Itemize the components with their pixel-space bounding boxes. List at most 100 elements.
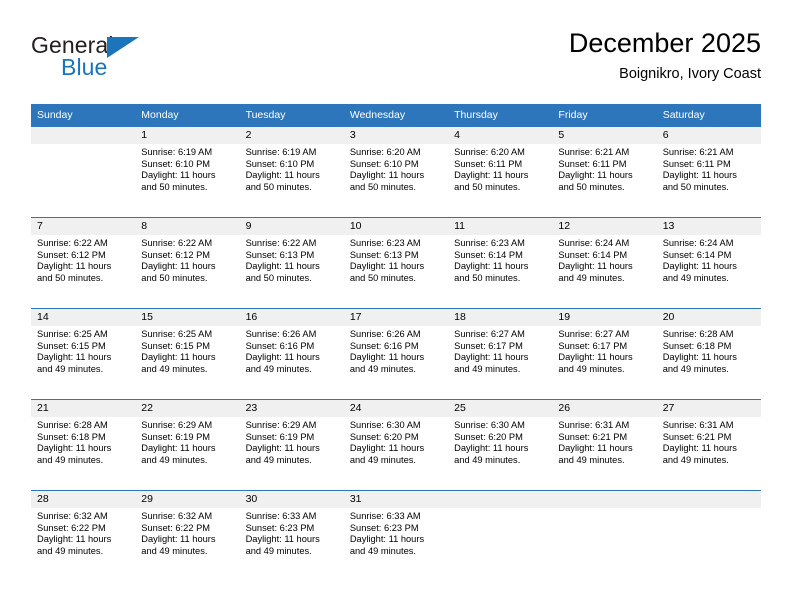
daylight-text-line2: and 50 minutes. [662, 181, 729, 192]
day-cell-inner: 5 Sunrise: 6:21 AM Sunset: 6:11 PM Daylight… [552, 127, 657, 217]
calendar-day-cell[interactable]: 27 Sunrise: 6:31 AM Sunset: 6:21 PM Dayligh… [656, 399, 761, 491]
calendar-week-row: 21 Sunrise: 6:28 AM Sunset: 6:18 PM Dayligh… [31, 399, 761, 491]
calendar-day-cell[interactable]: 20 Sunrise: 6:28 AM Sunset: 6:18 PM Dayligh… [656, 308, 761, 400]
calendar-day-cell[interactable]: 10 Sunrise: 6:23 AM Sunset: 6:13 PM Dayligh… [343, 217, 449, 309]
day-number: 19 [552, 309, 657, 326]
day-cell-inner: 18 Sunrise: 6:27 AM Sunset: 6:17 PM Dayligh… [448, 309, 553, 399]
calendar-day-cell[interactable]: 14 Sunrise: 6:25 AM Sunset: 6:15 PM Dayligh… [31, 308, 136, 400]
day-details: Sunrise: 6:23 AM Sunset: 6:13 PM Daylight:… [344, 235, 448, 284]
day-number: 20 [656, 309, 761, 326]
daylight-text-line1: Daylight: 11 hours [454, 352, 529, 363]
calendar-header-row: Sunday Monday Tuesday Wednesday Thursday… [31, 104, 761, 127]
general-blue-logo[interactable]: General Blue [31, 34, 221, 90]
calendar-day-cell[interactable]: 11 Sunrise: 6:23 AM Sunset: 6:14 PM Dayligh… [448, 217, 553, 309]
sunrise-text: Sunrise: 6:32 AM [141, 511, 213, 521]
calendar-day-cell[interactable]: 1 Sunrise: 6:19 AM Sunset: 6:10 PM Daylight… [135, 126, 240, 218]
daylight-text-line1: Daylight: 11 hours [662, 443, 737, 454]
calendar-day-cell[interactable]: 29 Sunrise: 6:32 AM Sunset: 6:22 PM Dayligh… [135, 490, 240, 581]
calendar-day-cell[interactable]: 3 Sunrise: 6:20 AM Sunset: 6:10 PM Daylight… [343, 126, 449, 218]
sunrise-text: Sunrise: 6:22 AM [37, 238, 108, 248]
day-number: 12 [552, 218, 657, 235]
day-number: 25 [448, 400, 553, 417]
daylight-text-line1: Daylight: 11 hours [37, 261, 112, 272]
calendar-day-cell[interactable]: 13 Sunrise: 6:24 AM Sunset: 6:14 PM Dayligh… [656, 217, 761, 309]
day-details: Sunrise: 6:30 AM Sunset: 6:20 PM Daylight:… [448, 417, 552, 466]
calendar-day-cell[interactable]: 8 Sunrise: 6:22 AM Sunset: 6:12 PM Daylight… [135, 217, 240, 309]
calendar-day-cell[interactable]: 5 Sunrise: 6:21 AM Sunset: 6:11 PM Daylight… [552, 126, 657, 218]
sunrise-text: Sunrise: 6:33 AM [245, 511, 317, 521]
calendar-day-cell[interactable]: 25 Sunrise: 6:30 AM Sunset: 6:20 PM Dayligh… [448, 399, 553, 491]
day-cell-inner: 13 Sunrise: 6:24 AM Sunset: 6:14 PM Dayligh… [656, 218, 761, 308]
calendar-day-cell[interactable]: 9 Sunrise: 6:22 AM Sunset: 6:13 PM Daylight… [239, 217, 344, 309]
daylight-text-line1: Daylight: 11 hours [454, 170, 529, 181]
daylight-text-line2: and 49 minutes. [662, 363, 729, 374]
sunset-text: Sunset: 6:17 PM [558, 340, 628, 351]
title-group: December 2025 Boignikro, Ivory Coast [569, 28, 761, 83]
sunset-text: Sunset: 6:19 PM [141, 431, 211, 442]
day-number: 7 [31, 218, 136, 235]
day-number: 1 [135, 127, 240, 144]
calendar-day-cell[interactable]: 26 Sunrise: 6:31 AM Sunset: 6:21 PM Dayligh… [552, 399, 657, 491]
calendar-day-cell[interactable]: 16 Sunrise: 6:26 AM Sunset: 6:16 PM Dayligh… [239, 308, 344, 400]
calendar-day-cell[interactable]: 24 Sunrise: 6:30 AM Sunset: 6:20 PM Dayligh… [343, 399, 449, 491]
daylight-text-line2: and 50 minutes. [37, 272, 104, 283]
calendar-day-cell[interactable]: 15 Sunrise: 6:25 AM Sunset: 6:15 PM Dayligh… [135, 308, 240, 400]
sunset-text: Sunset: 6:14 PM [558, 249, 628, 260]
daylight-text-line1: Daylight: 11 hours [662, 170, 737, 181]
calendar-day-cell[interactable]: 19 Sunrise: 6:27 AM Sunset: 6:17 PM Dayligh… [552, 308, 657, 400]
day-cell-inner: 28 Sunrise: 6:32 AM Sunset: 6:22 PM Dayligh… [31, 491, 136, 581]
calendar-day-cell[interactable]: 18 Sunrise: 6:27 AM Sunset: 6:17 PM Dayligh… [448, 308, 553, 400]
daylight-text-line1: Daylight: 11 hours [454, 443, 529, 454]
sunrise-text: Sunrise: 6:28 AM [37, 420, 108, 430]
calendar-day-cell[interactable]: 22 Sunrise: 6:29 AM Sunset: 6:19 PM Dayligh… [135, 399, 240, 491]
day-number: 21 [31, 400, 136, 417]
daylight-text-line1: Daylight: 11 hours [558, 170, 633, 181]
day-number: 11 [448, 218, 553, 235]
calendar-cell-empty [552, 490, 657, 581]
calendar-day-cell[interactable]: 7 Sunrise: 6:22 AM Sunset: 6:12 PM Daylight… [31, 217, 136, 309]
day-number [31, 127, 136, 144]
calendar-day-cell[interactable]: 17 Sunrise: 6:26 AM Sunset: 6:16 PM Dayligh… [343, 308, 449, 400]
daylight-text-line1: Daylight: 11 hours [349, 352, 425, 363]
page-header: General Blue December 2025 Boignikro, Iv… [31, 28, 761, 98]
day-cell-inner: 10 Sunrise: 6:23 AM Sunset: 6:13 PM Dayligh… [343, 218, 449, 308]
day-details: Sunrise: 6:27 AM Sunset: 6:17 PM Daylight:… [448, 326, 552, 375]
day-number: 31 [343, 491, 449, 508]
day-number: 13 [656, 218, 761, 235]
calendar-day-cell[interactable]: 12 Sunrise: 6:24 AM Sunset: 6:14 PM Dayligh… [552, 217, 657, 309]
calendar-day-cell[interactable]: 30 Sunrise: 6:33 AM Sunset: 6:23 PM Dayligh… [239, 490, 344, 581]
day-details: Sunrise: 6:31 AM Sunset: 6:21 PM Daylight:… [552, 417, 656, 466]
day-number: 3 [343, 127, 449, 144]
day-number: 10 [343, 218, 449, 235]
calendar-week-row: 7 Sunrise: 6:22 AM Sunset: 6:12 PM Daylight… [31, 217, 761, 309]
day-number: 17 [343, 309, 449, 326]
sunset-text: Sunset: 6:23 PM [349, 522, 419, 533]
sunrise-text: Sunrise: 6:24 AM [662, 238, 734, 248]
day-cell-inner: 23 Sunrise: 6:29 AM Sunset: 6:19 PM Dayligh… [239, 400, 344, 490]
calendar-day-cell[interactable]: 23 Sunrise: 6:29 AM Sunset: 6:19 PM Dayligh… [239, 399, 344, 491]
day-number: 23 [239, 400, 344, 417]
sunset-text: Sunset: 6:12 PM [37, 249, 106, 260]
calendar-day-cell[interactable]: 2 Sunrise: 6:19 AM Sunset: 6:10 PM Daylight… [239, 126, 344, 218]
calendar-day-cell[interactable]: 6 Sunrise: 6:21 AM Sunset: 6:11 PM Daylight… [656, 126, 761, 218]
calendar-cell-empty [448, 490, 553, 581]
sunrise-text: Sunrise: 6:29 AM [141, 420, 213, 430]
day-details: Sunrise: 6:24 AM Sunset: 6:14 PM Daylight:… [552, 235, 656, 284]
sunrise-text: Sunrise: 6:24 AM [558, 238, 630, 248]
calendar-day-cell[interactable]: 21 Sunrise: 6:28 AM Sunset: 6:18 PM Dayligh… [31, 399, 136, 491]
day-details: Sunrise: 6:23 AM Sunset: 6:14 PM Daylight:… [448, 235, 552, 284]
sunset-text: Sunset: 6:11 PM [662, 158, 731, 169]
calendar-day-cell[interactable]: 31 Sunrise: 6:33 AM Sunset: 6:23 PM Dayligh… [343, 490, 449, 581]
calendar-body: 1 Sunrise: 6:19 AM Sunset: 6:10 PM Daylight… [31, 126, 761, 581]
sunset-text: Sunset: 6:16 PM [349, 340, 419, 351]
day-cell-inner: 27 Sunrise: 6:31 AM Sunset: 6:21 PM Dayligh… [656, 400, 761, 490]
daylight-text-line1: Daylight: 11 hours [245, 261, 320, 272]
day-details: Sunrise: 6:33 AM Sunset: 6:23 PM Daylight:… [240, 508, 344, 557]
daylight-text-line2: and 49 minutes. [245, 545, 312, 556]
calendar-day-cell[interactable]: 28 Sunrise: 6:32 AM Sunset: 6:22 PM Dayligh… [31, 490, 136, 581]
sunset-text: Sunset: 6:16 PM [245, 340, 315, 351]
daylight-text-line2: and 49 minutes. [37, 454, 104, 465]
sunset-text: Sunset: 6:13 PM [245, 249, 315, 260]
calendar-day-cell[interactable]: 4 Sunrise: 6:20 AM Sunset: 6:11 PM Daylight… [448, 126, 553, 218]
day-details: Sunrise: 6:24 AM Sunset: 6:14 PM Daylight:… [657, 235, 761, 284]
